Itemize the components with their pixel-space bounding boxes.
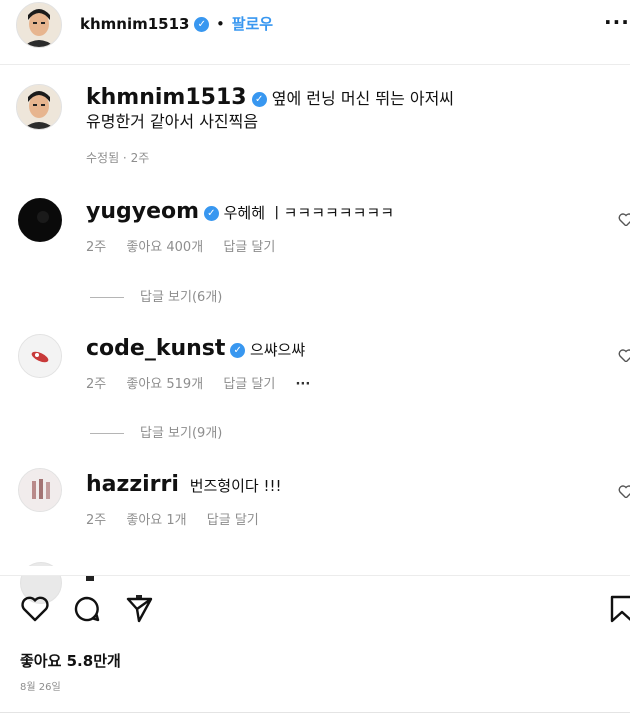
view-replies-label: 답글 보기(9개) [140,426,223,441]
caption-text-line2: 유명한거 같아서 사진찍음 [86,112,259,131]
view-replies[interactable]: 답글 보기(9개) [90,422,222,441]
send-icon[interactable] [124,594,154,628]
bookmark-icon[interactable] [608,594,630,624]
comment-code-kunst: code_kunst ✓ 으쌰으쌰 2주 좋아요 519개 답글 달기 ··· [86,336,606,392]
verified-badge-icon: ✓ [251,92,267,107]
more-horizontal-icon[interactable]: ··· [604,10,630,34]
comment-avatar-code-kunst[interactable] [18,334,62,378]
comment-likes[interactable]: 좋아요 1개 [126,513,186,528]
comment-meta: 2주 좋아요 519개 답글 달기 ··· [86,373,606,392]
actions-divider [0,575,630,576]
header-avatar-image [17,3,61,47]
comment-likes[interactable]: 좋아요 400개 [126,240,203,255]
comment-text: 으쌰으쌰 [249,341,306,359]
header-username[interactable]: khmnim1513 [80,15,189,33]
header-avatar[interactable] [16,2,62,48]
comment-avatar-hazzirri[interactable] [18,468,62,512]
caption-meta: 수정됨 · 2주 [86,151,150,165]
header-divider [0,64,630,65]
avatar-image [19,335,61,377]
caption-avatar[interactable] [16,84,62,130]
comment-more-button[interactable]: ··· [295,377,310,392]
reply-button[interactable]: 답글 달기 [223,240,275,255]
comment-avatar-yugyeom[interactable] [18,198,62,242]
header-row: khmnim1513 ✓ • 팔로우 [80,14,273,34]
post-date: 8월 26일 [20,682,61,693]
view-replies-label: 답글 보기(6개) [140,290,223,305]
reply-button[interactable]: 답글 달기 [223,377,275,392]
comment-text: 우헤헤 ㅣㅋㅋㅋㅋㅋㅋㅋㅋ [223,204,394,222]
comment-username[interactable]: hazzirri [86,472,179,497]
comment-username[interactable]: code_kunst [86,336,225,361]
comment-yugyeom: yugyeom ✓ 우헤헤 ㅣㅋㅋㅋㅋㅋㅋㅋㅋ 2주 좋아요 400개 답글 달… [86,199,606,255]
header-separator: • [216,15,225,33]
comment-meta: 2주 좋아요 400개 답글 달기 [86,236,606,255]
caption-block: khmnim1513 ✓ 옆에 런닝 머신 뛰는 아저씨 유명한거 같아서 사진… [86,86,606,166]
caption-text-line1: 옆에 런닝 머신 뛰는 아저씨 [271,89,455,108]
avatar-image [19,469,61,511]
verified-badge-icon: ✓ [203,206,219,221]
footer-divider [0,712,630,713]
comment-time: 2주 [86,377,107,392]
comment-likes[interactable]: 좋아요 519개 [126,377,203,392]
verified-badge-icon: ✓ [194,17,210,32]
follow-button[interactable]: 팔로우 [232,15,273,33]
comment-meta: 2주 좋아요 1개 답글 달기 [86,509,606,528]
heart-icon[interactable] [20,596,50,626]
verified-badge-icon: ✓ [230,343,246,358]
reply-line [90,433,124,434]
comment-icon[interactable] [72,594,102,628]
likes-count[interactable]: 좋아요 5.8만개 [20,650,121,671]
comment-time: 2주 [86,240,107,255]
comment-username[interactable]: yugyeom [86,199,199,224]
comment-like-heart-icon[interactable] [618,212,630,226]
comment-like-heart-icon[interactable] [618,484,630,498]
comment-time: 2주 [86,513,107,528]
avatar-image [19,199,61,241]
comment-text: 번즈형이다 !!! [189,477,282,495]
caption-username[interactable]: khmnim1513 [86,85,247,110]
view-replies[interactable]: 답글 보기(6개) [90,286,222,305]
caption-avatar-image [17,85,61,129]
comment-hazzirri: hazzirri 번즈형이다 !!! 2주 좋아요 1개 답글 달기 [86,472,606,528]
reply-line [90,297,124,298]
comment-like-heart-icon[interactable] [618,348,630,362]
reply-button[interactable]: 답글 달기 [207,513,259,528]
